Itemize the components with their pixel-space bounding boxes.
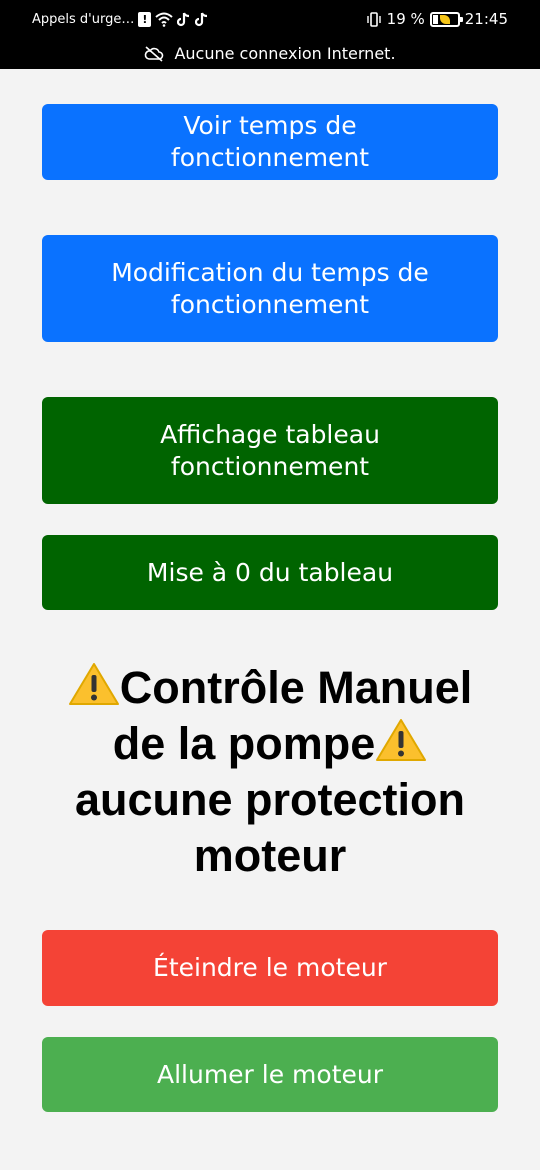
view-runtime-label: Voir temps de fonctionnement [170, 111, 370, 172]
cloud-off-icon [144, 45, 164, 62]
tiktok-icon [195, 12, 209, 27]
warning-line-1: Contrôle Manuel [119, 662, 473, 713]
battery-icon [429, 11, 463, 27]
start-motor-button[interactable]: Allumer le moteur [42, 1037, 498, 1112]
reset-table-label: Mise à 0 du tableau [146, 557, 394, 587]
wifi-icon [155, 12, 174, 27]
edit-runtime-button[interactable]: Modification du temps de fonctionnement [42, 235, 498, 342]
battery-fill [432, 14, 438, 24]
warning-line-2: de la pompe [112, 718, 376, 769]
warning-icon [376, 719, 427, 761]
battery-percent: 19 % [386, 10, 425, 28]
vibrate-icon [366, 11, 382, 27]
show-table-button[interactable]: Affichage tableau fonctionnement [42, 397, 498, 504]
battery-saver-leaf [439, 14, 450, 24]
status-bar: Appels d'urge… ! 19 % 21:45 [0, 0, 540, 38]
banner-text: Aucune connexion Internet. [174, 44, 396, 63]
carrier-label: Appels d'urge… [32, 11, 135, 27]
warning-line-3: aucune protection moteur [74, 774, 466, 881]
clock: 21:45 [464, 10, 508, 28]
start-motor-label: Allumer le moteur [156, 1059, 384, 1089]
status-left: Appels d'urge… ! [32, 11, 209, 27]
warning-icon [68, 663, 119, 705]
manual-control-warning: Contrôle Manuel de la pompe aucune prote… [30, 660, 510, 884]
show-table-label: Affichage tableau fonctionnement [160, 419, 380, 481]
tiktok-icon [177, 12, 191, 27]
no-internet-banner: Aucune connexion Internet. [0, 38, 540, 69]
status-right: 19 % 21:45 [366, 10, 508, 28]
view-runtime-button[interactable]: Voir temps de fonctionnement [42, 104, 498, 180]
stop-motor-button[interactable]: Éteindre le moteur [42, 930, 498, 1006]
reset-table-button[interactable]: Mise à 0 du tableau [42, 535, 498, 610]
stop-motor-label: Éteindre le moteur [153, 953, 387, 982]
edit-runtime-label: Modification du temps de fonctionnement [111, 257, 429, 319]
alert-icon: ! [138, 11, 152, 27]
